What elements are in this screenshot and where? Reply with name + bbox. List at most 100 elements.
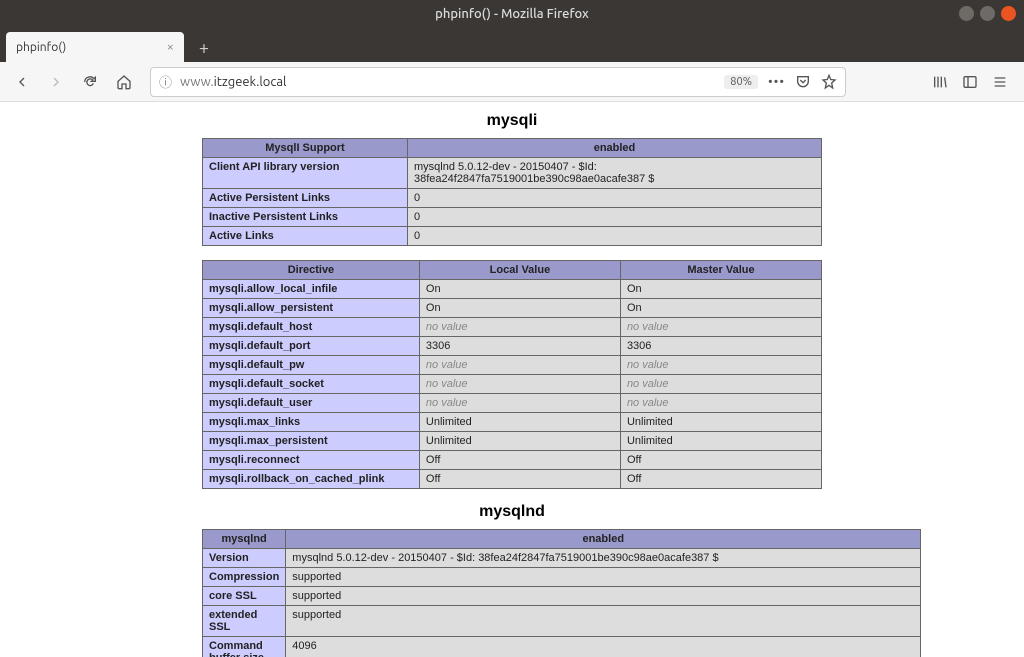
- directive-name: mysqli.max_persistent: [203, 432, 420, 451]
- directive-name: mysqli.reconnect: [203, 451, 420, 470]
- zoom-indicator[interactable]: 80%: [724, 75, 758, 89]
- home-button[interactable]: [110, 68, 138, 96]
- table-row: core SSLsupported: [203, 587, 921, 606]
- master-value: no value: [620, 375, 821, 394]
- reload-icon: [82, 74, 98, 90]
- table-row: extended SSLsupported: [203, 606, 921, 637]
- directive-name: mysqli.allow_persistent: [203, 299, 420, 318]
- master-value: no value: [620, 394, 821, 413]
- master-value: Unlimited: [620, 432, 821, 451]
- window-close-button[interactable]: [1001, 6, 1016, 21]
- table-row: mysqli.default_userno valueno value: [203, 394, 822, 413]
- local-value: no value: [419, 318, 620, 337]
- site-info-icon[interactable]: ⓘ: [159, 72, 172, 91]
- sidebar-icon[interactable]: [962, 74, 978, 90]
- url-text: www.itzgeek.local: [180, 75, 724, 89]
- local-value: no value: [419, 356, 620, 375]
- directive-name: mysqli.rollback_on_cached_plink: [203, 470, 420, 489]
- directive-name: extended SSL: [203, 606, 286, 637]
- hamburger-menu-icon[interactable]: [992, 74, 1008, 90]
- table-row: mysqli.reconnectOffOff: [203, 451, 822, 470]
- arrow-right-icon: [48, 74, 64, 90]
- pocket-icon[interactable]: [795, 74, 811, 90]
- home-icon: [116, 74, 132, 90]
- new-tab-button[interactable]: +: [190, 34, 218, 62]
- table-row: mysqli.default_port33063306: [203, 337, 822, 356]
- table-row: Active Persistent Links0: [203, 189, 822, 208]
- section-title-mysqli: mysqli: [202, 112, 822, 130]
- master-value: On: [620, 299, 821, 318]
- table-header: Master Value: [620, 261, 821, 280]
- directive-name: mysqli.default_socket: [203, 375, 420, 394]
- directive-value: supported: [286, 606, 921, 637]
- master-value: Off: [620, 451, 821, 470]
- local-value: no value: [419, 375, 620, 394]
- table-row: mysqli.max_persistentUnlimitedUnlimited: [203, 432, 822, 451]
- table-row: Compressionsupported: [203, 568, 921, 587]
- toolbar-right-icons: [932, 74, 1008, 90]
- directive-name: mysqli.default_user: [203, 394, 420, 413]
- table-header: Local Value: [419, 261, 620, 280]
- browser-tab[interactable]: phpinfo() ×: [6, 32, 184, 62]
- local-value: On: [419, 280, 620, 299]
- window-maximize-button[interactable]: [980, 6, 995, 21]
- local-value: Off: [419, 470, 620, 489]
- mysqlnd-table: mysqlnd enabled Versionmysqlnd 5.0.12-de…: [202, 529, 921, 657]
- urlbar-actions: •••: [768, 74, 837, 90]
- directive-name: mysqli.default_port: [203, 337, 420, 356]
- tab-close-icon[interactable]: ×: [167, 40, 174, 54]
- page-actions-icon[interactable]: •••: [768, 75, 785, 89]
- table-row: mysqli.default_socketno valueno value: [203, 375, 822, 394]
- reload-button[interactable]: [76, 68, 104, 96]
- directive-name: mysqli.default_pw: [203, 356, 420, 375]
- table-header: Directive: [203, 261, 420, 280]
- master-value: no value: [620, 318, 821, 337]
- table-row: Client API library versionmysqlnd 5.0.12…: [203, 158, 822, 189]
- mysqli-support-table: MysqlI Support enabled Client API librar…: [202, 138, 822, 246]
- window-minimize-button[interactable]: [959, 6, 974, 21]
- table-row: mysqli.allow_persistentOnOn: [203, 299, 822, 318]
- master-value: 3306: [620, 337, 821, 356]
- tab-bar: phpinfo() × +: [0, 28, 1024, 62]
- directive-name: Command buffer size: [203, 637, 286, 657]
- section-title-mysqlnd: mysqlnd: [202, 503, 822, 521]
- local-value: Off: [419, 451, 620, 470]
- directive-value: 4096: [286, 637, 921, 657]
- table-header: enabled: [408, 139, 822, 158]
- table-header: enabled: [286, 530, 921, 549]
- bookmark-star-icon[interactable]: [821, 74, 837, 90]
- local-value: 3306: [419, 337, 620, 356]
- navigation-toolbar: ⓘ www.itzgeek.local 80% •••: [0, 62, 1024, 102]
- firefox-window: phpinfo() - Mozilla Firefox phpinfo() × …: [0, 0, 1024, 657]
- local-value: Unlimited: [419, 432, 620, 451]
- library-icon[interactable]: [932, 74, 948, 90]
- page-content[interactable]: mysqli MysqlI Support enabled Client API…: [0, 102, 1024, 657]
- table-row: mysqli.rollback_on_cached_plinkOffOff: [203, 470, 822, 489]
- directive-value: 0: [408, 189, 822, 208]
- table-row: Command buffer size4096: [203, 637, 921, 657]
- directive-name: Active Persistent Links: [203, 189, 408, 208]
- directive-name: Inactive Persistent Links: [203, 208, 408, 227]
- directive-value: 0: [408, 208, 822, 227]
- directive-name: mysqli.allow_local_infile: [203, 280, 420, 299]
- table-row: Active Links0: [203, 227, 822, 246]
- directive-value: supported: [286, 568, 921, 587]
- master-value: no value: [620, 356, 821, 375]
- master-value: Unlimited: [620, 413, 821, 432]
- master-value: On: [620, 280, 821, 299]
- table-row: mysqli.max_linksUnlimitedUnlimited: [203, 413, 822, 432]
- back-button[interactable]: [8, 68, 36, 96]
- table-row: mysqli.allow_local_infileOnOn: [203, 280, 822, 299]
- address-bar[interactable]: ⓘ www.itzgeek.local 80% •••: [150, 67, 846, 97]
- window-titlebar: phpinfo() - Mozilla Firefox: [0, 0, 1024, 28]
- table-header: MysqlI Support: [203, 139, 408, 158]
- directive-name: Compression: [203, 568, 286, 587]
- table-row: Versionmysqlnd 5.0.12-dev - 20150407 - $…: [203, 549, 921, 568]
- arrow-left-icon: [14, 74, 30, 90]
- directive-name: core SSL: [203, 587, 286, 606]
- directive-name: Active Links: [203, 227, 408, 246]
- window-title: phpinfo() - Mozilla Firefox: [435, 7, 589, 21]
- directive-name: Client API library version: [203, 158, 408, 189]
- directive-value: supported: [286, 587, 921, 606]
- forward-button[interactable]: [42, 68, 70, 96]
